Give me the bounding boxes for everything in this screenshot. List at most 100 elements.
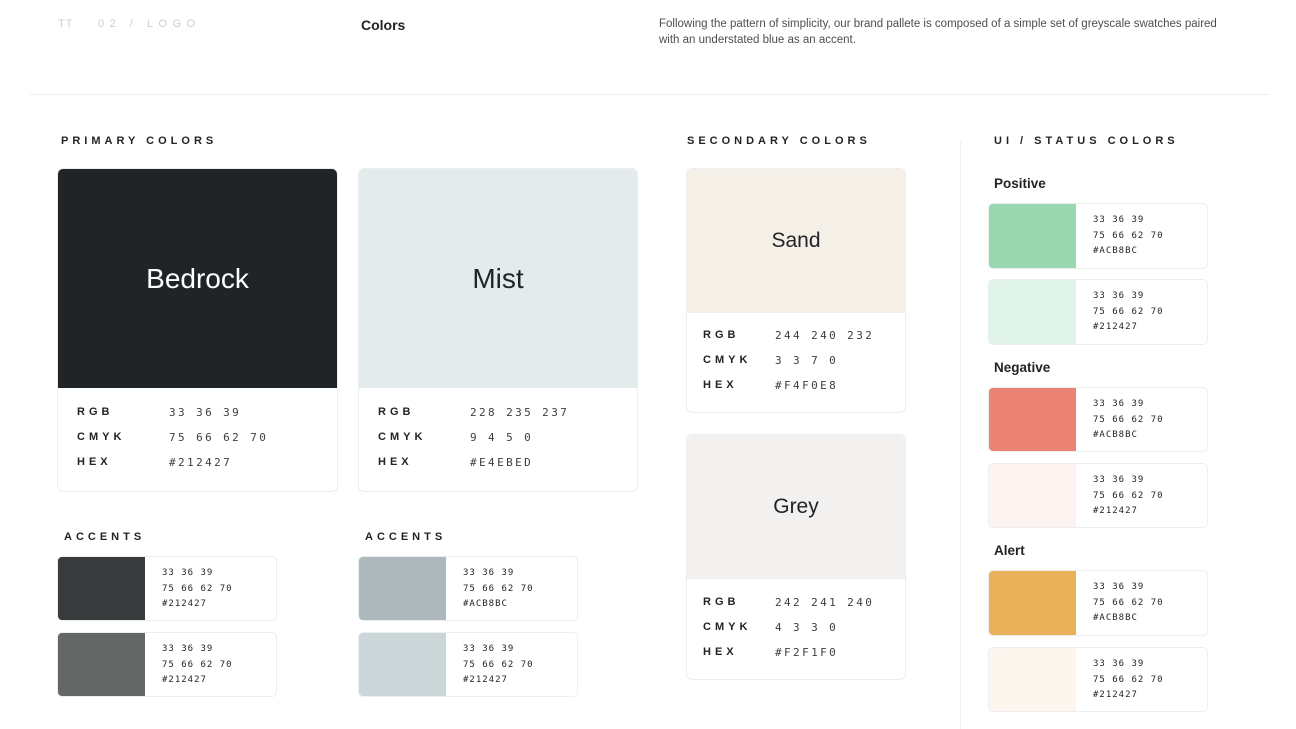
color-values: 33 36 39 75 66 62 70 #212427 bbox=[1076, 648, 1164, 711]
color-specs: RGB 244 240 232 CMYK 3 3 7 0 HEX #F4F0E8 bbox=[687, 313, 905, 404]
status-label-alert: Alert bbox=[994, 543, 1025, 558]
rgb-value: 33 36 39 bbox=[1093, 659, 1145, 669]
color-chip bbox=[359, 557, 446, 620]
primary-card-mist[interactable]: Mist RGB 228 235 237 CMYK 9 4 5 0 HEX #E4EB… bbox=[358, 168, 638, 492]
color-values: 33 36 39 75 66 62 70 #ACB8BC bbox=[1076, 388, 1164, 451]
status-swatch[interactable]: 33 36 39 75 66 62 70 #212427 bbox=[988, 279, 1208, 345]
cmyk-value: 75 66 62 70 bbox=[1093, 597, 1164, 608]
color-specs: RGB 228 235 237 CMYK 9 4 5 0 HEX #E4EBED bbox=[359, 388, 637, 481]
accents-heading: ACCENTS bbox=[64, 531, 146, 543]
rgb-value: 33 36 39 bbox=[1093, 215, 1145, 225]
color-chip bbox=[989, 388, 1076, 451]
page-description: Following the pattern of simplicity, our… bbox=[659, 18, 1217, 46]
color-values: 33 36 39 75 66 62 70 #ACB8BC bbox=[446, 557, 534, 620]
hex-value: #212427 bbox=[1093, 690, 1138, 700]
rgb-value: 33 36 39 bbox=[162, 568, 214, 578]
cmyk-value: 75 66 62 70 bbox=[1093, 490, 1164, 501]
rgb-value: 33 36 39 bbox=[1093, 291, 1145, 301]
rgb-value: 33 36 39 bbox=[463, 568, 515, 578]
status-label-negative: Negative bbox=[994, 360, 1051, 375]
brand-mark: TT bbox=[58, 18, 74, 30]
cmyk-value: 75 66 62 70 bbox=[1093, 306, 1164, 317]
color-values: 33 36 39 75 66 62 70 #212427 bbox=[145, 557, 233, 620]
hex-label: HEX bbox=[703, 379, 738, 391]
hex-label: HEX bbox=[77, 456, 112, 468]
breadcrumb: 02 / LOGO bbox=[98, 18, 201, 30]
hex-label: HEX bbox=[703, 646, 738, 658]
status-swatch[interactable]: 33 36 39 75 66 62 70 #212427 bbox=[988, 647, 1208, 712]
hex-value: #F4F0E8 bbox=[775, 379, 839, 392]
hex-value: #ACB8BC bbox=[1093, 246, 1138, 256]
accents-heading: ACCENTS bbox=[365, 531, 447, 543]
cmyk-label: CMYK bbox=[378, 431, 427, 443]
hex-value: #212427 bbox=[1093, 322, 1138, 332]
secondary-colors-heading: SECONDARY COLORS bbox=[687, 135, 871, 147]
color-specs: RGB 242 241 240 CMYK 4 3 3 0 HEX #F2F1F0 bbox=[687, 579, 905, 671]
rgb-value: 33 36 39 bbox=[162, 644, 214, 654]
color-name: Grey bbox=[773, 495, 819, 518]
cmyk-value: 75 66 62 70 bbox=[463, 583, 534, 594]
hex-value: #ACB8BC bbox=[1093, 613, 1138, 623]
color-chip bbox=[989, 571, 1076, 635]
color-specs: RGB 33 36 39 CMYK 75 66 62 70 HEX #212427 bbox=[58, 388, 337, 481]
status-label-positive: Positive bbox=[994, 176, 1046, 191]
cmyk-value: 75 66 62 70 bbox=[1093, 674, 1164, 685]
color-values: 33 36 39 75 66 62 70 #ACB8BC bbox=[1076, 571, 1164, 635]
rgb-value: 33 36 39 bbox=[1093, 475, 1145, 485]
hex-label: HEX bbox=[378, 456, 413, 468]
color-chip bbox=[58, 557, 145, 620]
color-values: 33 36 39 75 66 62 70 #212427 bbox=[1076, 280, 1164, 344]
cmyk-value: 9 4 5 0 bbox=[470, 431, 534, 444]
status-swatch[interactable]: 33 36 39 75 66 62 70 #ACB8BC bbox=[988, 570, 1208, 636]
page-title: Colors bbox=[361, 17, 406, 33]
primary-swatch: Bedrock bbox=[58, 169, 337, 388]
accent-swatch[interactable]: 33 36 39 75 66 62 70 #212427 bbox=[57, 556, 277, 621]
rgb-value: 33 36 39 bbox=[463, 644, 515, 654]
rgb-value: 33 36 39 bbox=[1093, 582, 1145, 592]
color-chip bbox=[989, 648, 1076, 711]
primary-colors-heading: PRIMARY COLORS bbox=[61, 135, 218, 147]
secondary-card-grey[interactable]: Grey RGB 242 241 240 CMYK 4 3 3 0 HEX #F2F1… bbox=[686, 434, 906, 680]
cmyk-label: CMYK bbox=[703, 354, 752, 366]
cmyk-value: 75 66 62 70 bbox=[1093, 414, 1164, 425]
cmyk-value: 75 66 62 70 bbox=[162, 583, 233, 594]
color-name: Mist bbox=[472, 262, 524, 294]
column-divider bbox=[960, 142, 961, 729]
status-swatch[interactable]: 33 36 39 75 66 62 70 #ACB8BC bbox=[988, 203, 1208, 269]
cmyk-label: CMYK bbox=[703, 621, 752, 633]
hex-value: #E4EBED bbox=[470, 456, 534, 469]
cmyk-value: 3 3 7 0 bbox=[775, 354, 839, 367]
cmyk-value: 4 3 3 0 bbox=[775, 621, 839, 634]
accent-swatch[interactable]: 33 36 39 75 66 62 70 #ACB8BC bbox=[358, 556, 578, 621]
cmyk-value: 75 66 62 70 bbox=[162, 659, 233, 670]
rgb-value: 228 235 237 bbox=[470, 406, 570, 419]
secondary-swatch: Sand bbox=[687, 169, 905, 313]
secondary-card-sand[interactable]: Sand RGB 244 240 232 CMYK 3 3 7 0 HEX #F4F0… bbox=[686, 168, 906, 413]
status-swatch[interactable]: 33 36 39 75 66 62 70 #ACB8BC bbox=[988, 387, 1208, 452]
hex-value: #212427 bbox=[162, 599, 207, 609]
color-chip bbox=[989, 280, 1076, 344]
accent-swatch[interactable]: 33 36 39 75 66 62 70 #212427 bbox=[57, 632, 277, 697]
accent-swatch[interactable]: 33 36 39 75 66 62 70 #212427 bbox=[358, 632, 578, 697]
rgb-value: 33 36 39 bbox=[169, 406, 242, 419]
cmyk-value: 75 66 62 70 bbox=[463, 659, 534, 670]
cmyk-label: CMYK bbox=[77, 431, 126, 443]
status-colors-heading: UI / STATUS COLORS bbox=[994, 135, 1179, 147]
rgb-value: 244 240 232 bbox=[775, 329, 875, 342]
color-name: Sand bbox=[771, 229, 821, 252]
color-values: 33 36 39 75 66 62 70 #212427 bbox=[145, 633, 233, 696]
color-chip bbox=[58, 633, 145, 696]
color-values: 33 36 39 75 66 62 70 #212427 bbox=[446, 633, 534, 696]
primary-card-bedrock[interactable]: Bedrock RGB 33 36 39 CMYK 75 66 62 70 HEX #… bbox=[57, 168, 338, 492]
hex-value: #212427 bbox=[162, 675, 207, 685]
hex-value: #212427 bbox=[463, 675, 508, 685]
secondary-swatch: Grey bbox=[687, 435, 905, 579]
hex-value: #ACB8BC bbox=[463, 599, 508, 609]
hex-value: #212427 bbox=[169, 456, 233, 469]
color-values: 33 36 39 75 66 62 70 #212427 bbox=[1076, 464, 1164, 527]
status-swatch[interactable]: 33 36 39 75 66 62 70 #212427 bbox=[988, 463, 1208, 528]
color-chip bbox=[989, 464, 1076, 527]
rgb-label: RGB bbox=[703, 329, 740, 341]
color-chip bbox=[989, 204, 1076, 268]
color-chip bbox=[359, 633, 446, 696]
